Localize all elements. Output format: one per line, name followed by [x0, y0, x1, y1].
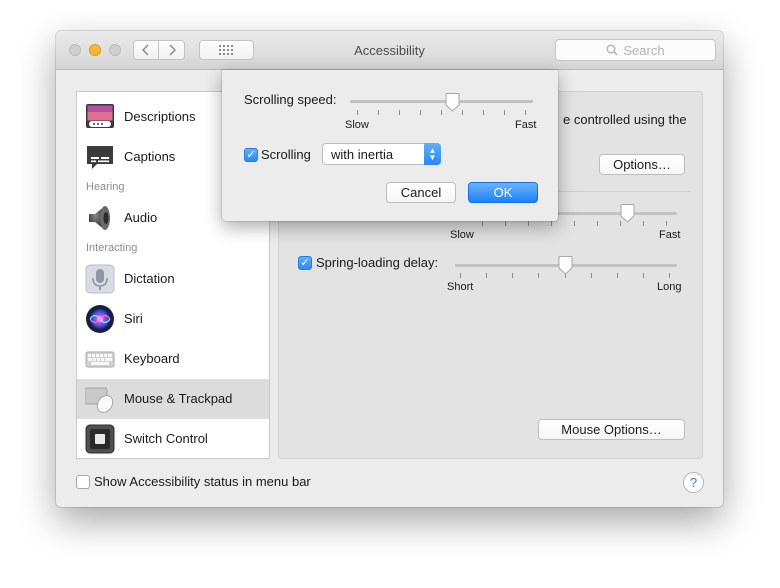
slider-tick: [617, 273, 618, 278]
search-placeholder: Search: [623, 42, 665, 58]
slider-tick: [669, 273, 670, 278]
sidebar-item-label: Descriptions: [124, 109, 196, 124]
sidebar-item-label: Audio: [124, 210, 158, 225]
slider-tick: [378, 110, 379, 115]
slider-knob[interactable]: [620, 204, 635, 223]
help-button[interactable]: ?: [683, 472, 704, 493]
sidebar-item-label: Captions: [124, 149, 176, 164]
slider-tick: [462, 110, 463, 115]
scrolling-label: Scrolling: [261, 147, 311, 162]
scrolling-checkbox[interactable]: ✓: [244, 148, 258, 162]
slider-tick: [538, 273, 539, 278]
ok-button[interactable]: OK: [468, 182, 538, 203]
slider-track: [350, 100, 533, 103]
sidebar-item-switch-control[interactable]: Switch Control: [77, 419, 269, 458]
slider-max-label: Long: [657, 281, 682, 293]
popup-arrows-icon: ▲ ▼: [424, 143, 441, 165]
help-icon: ?: [689, 475, 698, 490]
sidebar-item-label: Dictation: [124, 271, 175, 286]
scrolling-speed-label: Scrolling speed:: [244, 92, 337, 107]
slider-tick: [460, 273, 461, 278]
captions-icon: [87, 146, 113, 169]
sidebar-item-dictation[interactable]: Dictation: [77, 259, 269, 299]
slider-tick: [441, 110, 442, 115]
slider-tick: [512, 273, 513, 278]
description-text: e controlled using the: [563, 112, 687, 127]
slider-tick: [666, 221, 667, 226]
search-field[interactable]: Search: [555, 39, 716, 61]
slider-min-label: Slow: [450, 229, 474, 241]
slider-tick: [482, 221, 483, 226]
slider-tick: [551, 221, 552, 226]
slider-tick: [574, 221, 575, 226]
slider-max-label: Fast: [659, 229, 681, 241]
slider-tick: [643, 273, 644, 278]
spring-loading-checkbox[interactable]: ✓: [298, 256, 312, 270]
speaker-icon: [89, 206, 110, 230]
microphone-icon: [85, 264, 115, 294]
spring-loading-label: Spring-loading delay:: [316, 255, 439, 270]
switch-control-icon: [85, 424, 115, 454]
section-header-interacting: Interacting: [86, 242, 138, 254]
slider-min-label: Slow: [345, 119, 369, 131]
search-icon: [606, 44, 618, 56]
scrolling-mode-popup[interactable]: with inertia ▲ ▼: [322, 143, 441, 165]
slider-knob[interactable]: [558, 256, 573, 275]
sidebar-item-siri[interactable]: Siri: [77, 299, 269, 339]
slider-tick: [504, 110, 505, 115]
slider-tick: [486, 273, 487, 278]
options-button[interactable]: Options…: [599, 154, 685, 175]
sidebar-item-mouse-trackpad[interactable]: Mouse & Trackpad: [77, 379, 269, 419]
popup-value: with inertia: [331, 146, 394, 162]
title-bar: Accessibility Search: [56, 31, 723, 70]
slider-tick: [597, 221, 598, 226]
sidebar-item-label: Mouse & Trackpad: [124, 391, 233, 406]
slider-tick: [505, 221, 506, 226]
slider-tick: [357, 110, 358, 115]
slider-tick: [399, 110, 400, 115]
slider-tick: [643, 221, 644, 226]
mouse-options-button[interactable]: Mouse Options…: [538, 419, 685, 440]
keyboard-icon: [85, 351, 115, 368]
sidebar-item-label: Keyboard: [124, 351, 180, 366]
slider-max-label: Fast: [515, 119, 537, 131]
show-status-label: Show Accessibility status in menu bar: [94, 474, 311, 489]
cancel-button[interactable]: Cancel: [386, 182, 456, 203]
slider-tick: [591, 273, 592, 278]
show-status-checkbox[interactable]: [76, 475, 90, 489]
slider-tick: [483, 110, 484, 115]
slider-tick: [528, 221, 529, 226]
section-header-hearing: Hearing: [86, 181, 125, 193]
sidebar-item-label: Siri: [124, 311, 143, 326]
slider-knob[interactable]: [445, 93, 460, 112]
slider-tick: [525, 110, 526, 115]
sidebar-item-label: Switch Control: [124, 431, 208, 446]
slider-tick: [420, 110, 421, 115]
mouse-trackpad-icon: [85, 387, 114, 413]
sidebar-item-keyboard[interactable]: Keyboard: [77, 339, 269, 379]
scrolling-options-sheet: Scrolling speed: Slow Fast ✓ Scrolling w…: [222, 70, 558, 221]
slider-min-label: Short: [447, 281, 474, 293]
siri-icon: [86, 305, 114, 333]
descriptions-icon: [86, 104, 114, 128]
